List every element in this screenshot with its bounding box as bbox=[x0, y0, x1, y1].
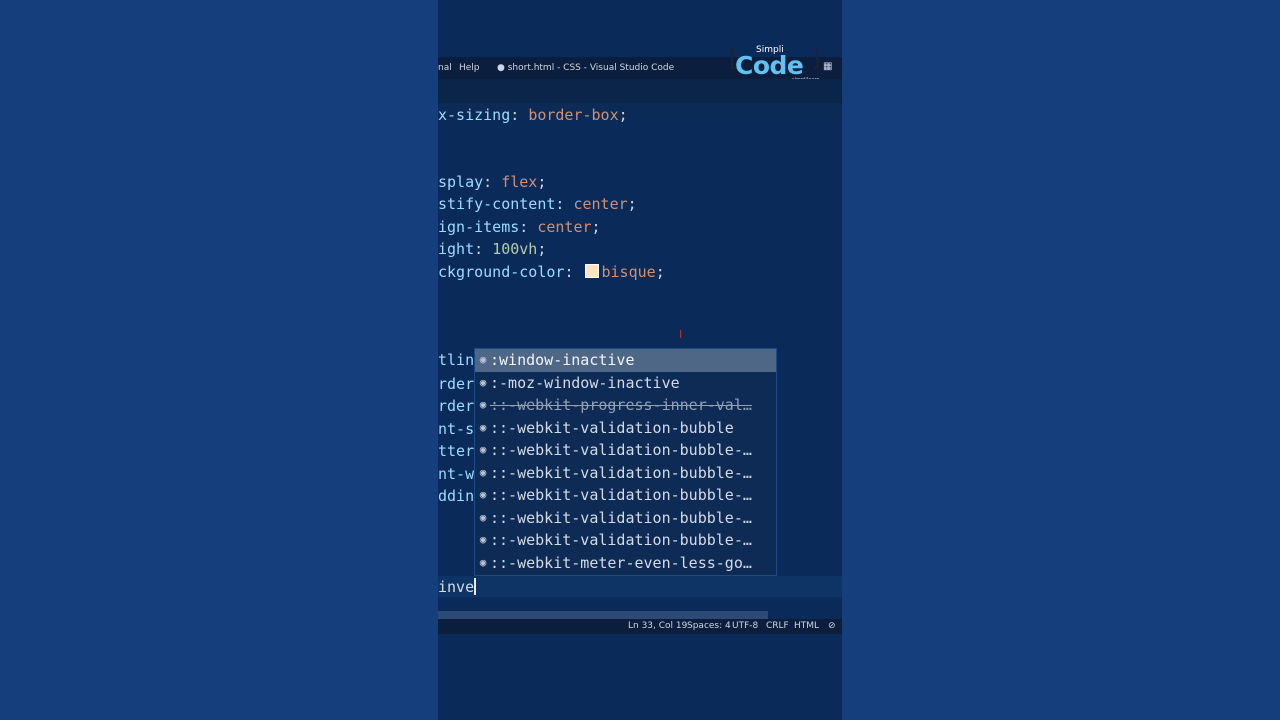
css-property: ddin bbox=[438, 487, 475, 505]
code-line: ckground-color: bisque; bbox=[438, 263, 665, 281]
css-property: nt-w bbox=[438, 465, 475, 483]
code-line: tlin bbox=[438, 349, 474, 371]
class-icon: ◉ bbox=[479, 443, 487, 456]
css-property: stify-content bbox=[438, 195, 556, 213]
class-icon: ◉ bbox=[479, 375, 487, 389]
class-icon: ◉ bbox=[479, 488, 487, 501]
code-line: nt-w bbox=[438, 463, 474, 485]
suggestion-item[interactable]: ◉:-moz-window-inactive bbox=[475, 372, 776, 395]
mouse-cursor-icon: I bbox=[679, 328, 683, 341]
status-bar: Ln 33, Col 19 Spaces: 4 UTF-8 CRLF HTML … bbox=[438, 619, 842, 634]
css-property: ight bbox=[438, 240, 475, 258]
css-property: tter bbox=[438, 442, 475, 460]
class-icon: ◉ bbox=[479, 533, 487, 546]
code-line: ight: 100vh; bbox=[438, 240, 547, 258]
class-icon: ◉ bbox=[479, 353, 487, 366]
css-property: rder bbox=[438, 375, 475, 393]
suggestion-item[interactable]: ◉::-webkit-progress-inner-val… bbox=[475, 394, 776, 417]
suggestion-item[interactable]: ◉::-webkit-validation-bubble-… bbox=[475, 529, 776, 552]
class-icon: ◉ bbox=[479, 420, 487, 434]
status-cursor-position[interactable]: Ln 33, Col 19 bbox=[628, 619, 687, 634]
left-background bbox=[0, 0, 438, 720]
current-line-highlight bbox=[438, 576, 842, 597]
code-line: ddin bbox=[438, 485, 474, 507]
code-line: nt-s bbox=[438, 418, 474, 440]
css-property: nt-s bbox=[438, 420, 475, 438]
right-background bbox=[842, 0, 1280, 720]
suggestion-item[interactable]: ◉::-webkit-validation-bubble-… bbox=[475, 462, 776, 485]
css-property: tlin bbox=[438, 351, 475, 369]
logo-code: Code bbox=[735, 51, 804, 80]
css-value: center bbox=[537, 218, 592, 236]
no-problems-icon[interactable]: ⊘ bbox=[828, 619, 836, 634]
suggestion-item[interactable]: ◉::-webkit-validation-bubble-… bbox=[475, 439, 776, 462]
suggestion-item[interactable]: ◉:window-inactive bbox=[475, 349, 776, 372]
status-indentation[interactable]: Spaces: 4 bbox=[687, 619, 731, 634]
css-property: ign-items bbox=[438, 218, 520, 236]
window-title: ● short.html - CSS - Visual Studio Code bbox=[497, 63, 675, 73]
code-line: stify-content: center; bbox=[438, 195, 637, 213]
suggestion-item[interactable]: ◉::-webkit-meter-even-less-go… bbox=[475, 552, 776, 575]
text-cursor bbox=[474, 578, 476, 595]
class-icon: ◉ bbox=[479, 555, 487, 569]
status-language[interactable]: HTML bbox=[794, 619, 819, 634]
code-line: ign-items: center; bbox=[438, 218, 601, 236]
suggestion-item[interactable]: ◉::-webkit-validation-bubble-… bbox=[475, 507, 776, 530]
css-value: flex bbox=[501, 173, 538, 191]
css-property: rder bbox=[438, 397, 475, 415]
suggestion-item[interactable]: ◉::-webkit-validation-bubble-… bbox=[475, 484, 776, 507]
suggestion-item[interactable]: ◉::-webkit-validation-bubble bbox=[475, 417, 776, 440]
menu-help[interactable]: Help bbox=[459, 57, 480, 79]
logo-bracket-right: ] bbox=[810, 47, 824, 72]
code-line: tter bbox=[438, 440, 474, 462]
suggestion-widget: ◉:window-inactive ◉:-moz-window-inactive… bbox=[474, 348, 777, 576]
class-icon: ◉ bbox=[479, 465, 487, 479]
css-value: 100vh bbox=[492, 240, 538, 258]
code-line: rder bbox=[438, 373, 474, 395]
code-line: x-sizing: border-box; bbox=[438, 106, 628, 124]
class-icon: ◉ bbox=[479, 398, 487, 411]
vscode-window: nal Help ● short.html - CSS - Visual Stu… bbox=[438, 0, 842, 720]
horizontal-scrollbar[interactable] bbox=[438, 611, 768, 619]
menu-terminal[interactable]: nal bbox=[438, 57, 452, 79]
current-input-line[interactable]: inve bbox=[438, 576, 476, 598]
css-property: ckground-color bbox=[438, 263, 565, 281]
css-value: border-box bbox=[528, 106, 619, 124]
css-value: bisque bbox=[601, 263, 656, 281]
typed-text: inve bbox=[438, 578, 475, 596]
css-value: center bbox=[573, 195, 628, 213]
status-encoding[interactable]: UTF-8 bbox=[732, 619, 758, 634]
color-swatch[interactable] bbox=[584, 264, 599, 278]
status-eol[interactable]: CRLF bbox=[766, 619, 789, 634]
code-line: rder bbox=[438, 395, 474, 417]
class-icon: ◉ bbox=[479, 510, 487, 524]
editor-tabs-bar bbox=[438, 79, 842, 103]
code-line: splay: flex; bbox=[438, 173, 547, 191]
css-property: x-sizing bbox=[438, 106, 511, 124]
css-property: splay bbox=[438, 173, 484, 191]
